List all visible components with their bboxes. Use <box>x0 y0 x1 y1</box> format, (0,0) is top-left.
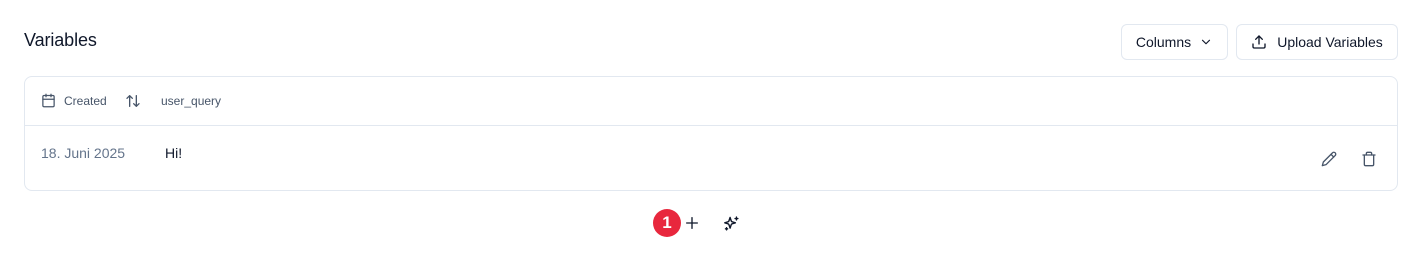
cell-created: 18. Juni 2025 <box>41 145 126 161</box>
upload-icon <box>1252 35 1266 49</box>
calendar-icon <box>42 93 55 108</box>
chevron-down-icon <box>1202 39 1211 45</box>
sort-button[interactable] <box>125 93 141 114</box>
trash-icon <box>1362 151 1376 167</box>
generate-variables-button[interactable] <box>721 213 741 233</box>
column-header-created-label: Created <box>64 93 107 108</box>
cell-user-query[interactable]: Hi! <box>165 145 182 161</box>
delete-row-button[interactable] <box>1360 150 1378 168</box>
table-header: Created user_query <box>25 77 1397 126</box>
sparkles-icon <box>723 215 739 231</box>
upload-variables-button[interactable]: Upload Variables <box>1236 24 1398 60</box>
columns-label: Columns <box>1135 34 1192 50</box>
edit-row-button[interactable] <box>1320 150 1338 168</box>
columns-button[interactable]: Columns <box>1121 24 1228 60</box>
sort-arrows-icon <box>126 95 140 107</box>
column-header-created[interactable]: Created <box>41 93 107 108</box>
add-variable-button[interactable] <box>682 213 702 233</box>
pencil-icon <box>1321 151 1337 167</box>
plus-icon <box>686 217 698 229</box>
upload-variables-label: Upload Variables <box>1277 34 1383 50</box>
step-badge: 1 <box>653 209 681 237</box>
variables-page: Variables Columns Upload Variables Creat… <box>0 0 1422 266</box>
variables-table: Created user_query 18. Juni 2025 Hi! <box>24 76 1398 191</box>
page-title: Variables <box>24 30 97 50</box>
column-header-user-query[interactable]: user_query <box>161 94 221 108</box>
